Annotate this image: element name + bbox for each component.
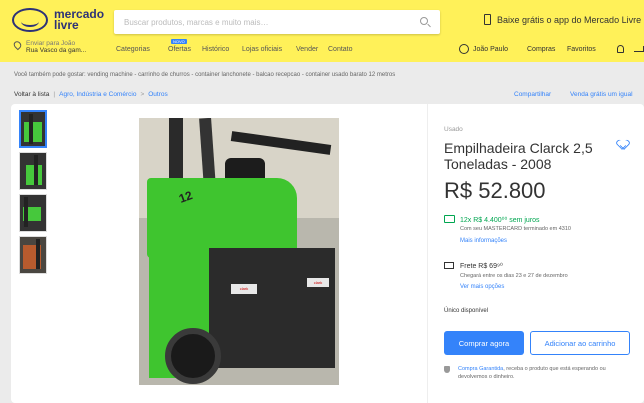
nav-favorites[interactable]: Favoritos — [567, 46, 596, 53]
shield-icon — [444, 366, 450, 373]
guarantee-link[interactable]: Compra Garantida — [458, 366, 503, 372]
stock-status: Único disponível — [444, 308, 489, 314]
user-menu[interactable]: João Paulo — [473, 46, 508, 53]
product-title: Empilhadeira Clarck 2,5 Toneladas - 2008 — [444, 140, 593, 172]
shipping: Frete R$ 69⁹⁰ — [444, 262, 503, 270]
delivery-estimate: Chegará entre os dias 23 e 27 de dezembr… — [460, 273, 568, 279]
product-price: R$ 52.800 — [444, 178, 546, 203]
nav-official-stores[interactable]: Lojas oficiais — [242, 46, 282, 53]
more-payment-info-link[interactable]: Mais informações — [460, 238, 507, 244]
cart-icon[interactable] — [634, 46, 644, 52]
buy-now-button[interactable]: Comprar agora — [444, 331, 524, 355]
nav-contact[interactable]: Contato — [328, 46, 353, 53]
installments: 12x R$ 4.400⁰⁰ sem juros — [444, 215, 540, 224]
add-to-cart-button[interactable]: Adicionar ao carrinho — [530, 331, 630, 355]
logo-text-line2: livre — [54, 18, 79, 32]
nav-categories[interactable]: Categorias — [116, 46, 150, 53]
credit-card-icon — [444, 215, 455, 223]
thumbnail-2[interactable] — [19, 152, 47, 190]
thumbnail-3[interactable] — [19, 194, 47, 232]
header: mercado livre Baixe grátis o app do Merc… — [0, 0, 644, 62]
nav-purchases[interactable]: Compras — [527, 46, 555, 53]
heart-icon[interactable] — [618, 140, 628, 150]
product-main-image[interactable]: 12 clark clark — [139, 118, 339, 385]
nav-offers[interactable]: Ofertas — [168, 46, 191, 53]
item-condition: Usado — [444, 126, 463, 133]
app-promo-link[interactable]: Baixe grátis o app do Mercado Livre — [484, 14, 641, 25]
card-note: Com seu MASTERCARD terminado em 4310 — [460, 226, 571, 232]
location-address: Rua Vasco da gam... — [26, 47, 87, 54]
avatar-icon[interactable] — [459, 44, 469, 54]
thumbnail-1[interactable] — [19, 110, 47, 148]
logo-handshake-icon — [12, 8, 48, 32]
bell-icon[interactable] — [617, 45, 624, 53]
location-pin-icon — [12, 39, 23, 51]
app-promo-label: Baixe grátis o app do Mercado Livre — [497, 15, 642, 25]
thumbnail-4[interactable] — [19, 236, 47, 274]
nav-sell[interactable]: Vender — [296, 46, 318, 53]
back-to-list-link[interactable]: Voltar à lista — [14, 91, 49, 98]
truck-icon — [444, 262, 454, 269]
offers-new-badge: NOVO — [171, 39, 187, 44]
buy-box: Usado Empilhadeira Clarck 2,5 Toneladas … — [427, 104, 644, 403]
related-searches[interactable]: Você também pode gostar: vending machine… — [14, 72, 395, 78]
more-shipping-options-link[interactable]: Ver mais opções — [460, 284, 504, 290]
search-icon[interactable] — [420, 17, 428, 25]
nav-history[interactable]: Histórico — [202, 46, 229, 53]
installments-text: 12x R$ 4.400⁰⁰ sem juros — [460, 217, 540, 224]
search-bar — [114, 10, 440, 34]
mercado-livre-logo[interactable]: mercado livre — [12, 8, 122, 34]
breadcrumb-category[interactable]: Agro, Indústria e Comércio — [59, 91, 136, 98]
sell-similar-link[interactable]: Venda grátis um igual — [570, 91, 633, 98]
share-link[interactable]: Compartilhar — [514, 91, 551, 98]
location-label: Enviar para João — [26, 40, 76, 47]
breadcrumb: Voltar à lista | Agro, Indústria e Comérci… — [14, 91, 168, 98]
search-input[interactable] — [114, 10, 404, 34]
breadcrumb-subcategory[interactable]: Outros — [148, 91, 168, 98]
phone-icon — [484, 14, 491, 25]
shipping-price: Frete R$ 69⁹⁰ — [460, 263, 503, 270]
product-card: 12 clark clark Usado Empilhadeira Clarck… — [11, 104, 644, 403]
